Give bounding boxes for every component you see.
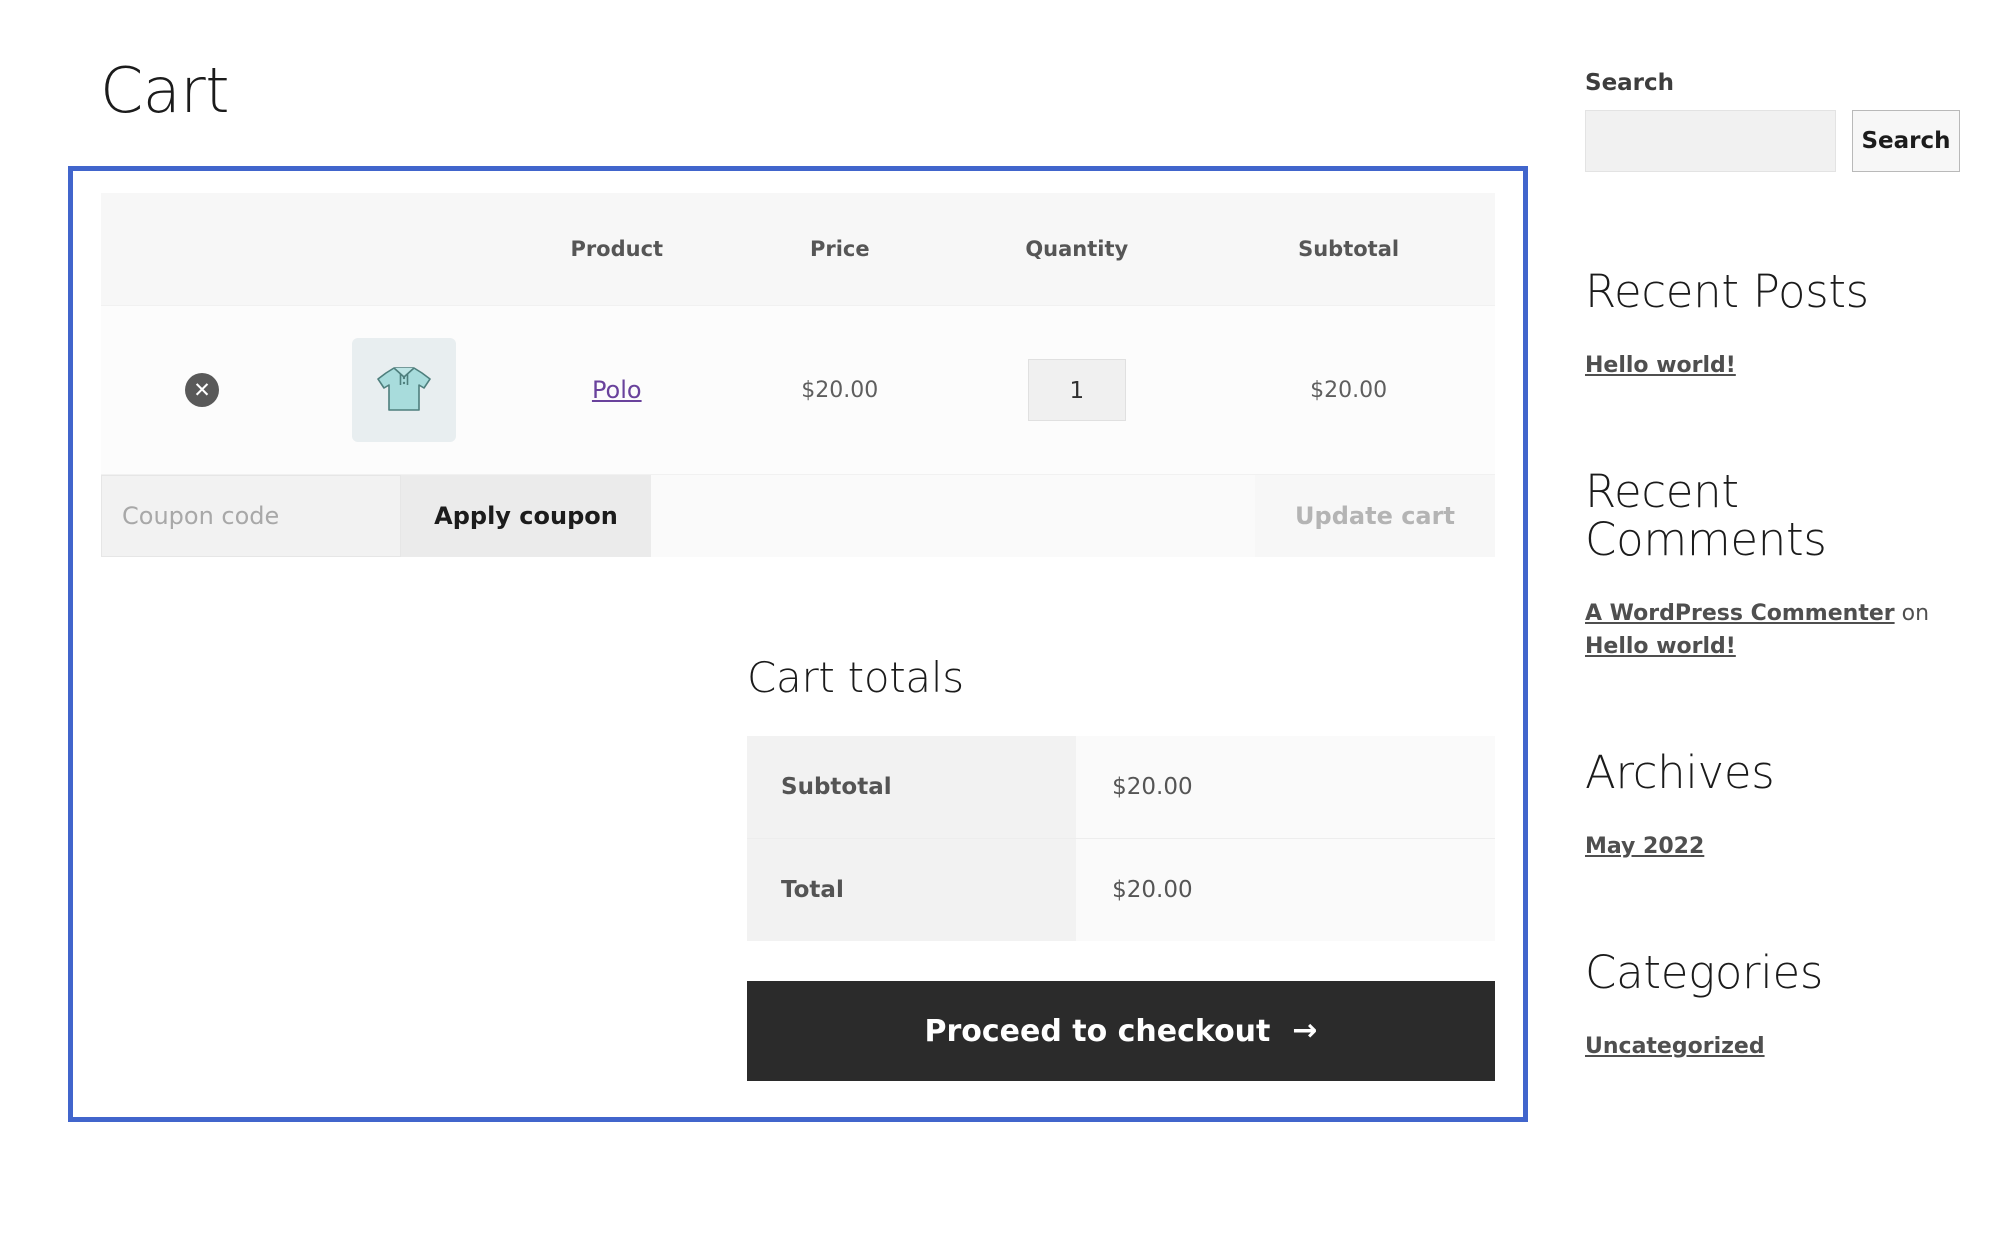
checkout-button-label: Proceed to checkout [924,1013,1271,1049]
column-header-thumbnail [303,193,506,306]
coupon-code-input[interactable]: Coupon code [101,475,401,557]
proceed-to-checkout-button[interactable]: Proceed to checkout → [747,981,1495,1081]
widget-title-categories: Categories [1585,946,1823,999]
widget-title-recent-comments: Recent Comments [1585,465,1827,566]
totals-label-subtotal: Subtotal [747,736,1077,839]
cart-table-body: ✕ Polo $20.00 1 $20.00 [101,305,1495,474]
search-label: Search [1585,70,1675,96]
cart-form-highlight-region: Product Price Quantity Subtotal ✕ Polo $… [68,166,1528,1122]
cell-price: $20.00 [728,305,952,474]
column-header-price: Price [728,193,952,306]
cart-items-table: Product Price Quantity Subtotal ✕ Polo $… [101,193,1495,474]
cell-thumbnail [303,305,506,474]
column-header-product: Product [505,193,729,306]
cart-totals-section: Cart totals Subtotal $20.00 Total $20.00 [101,653,1495,1081]
widget-recent-comments: Recent Comments A WordPress Commenter on… [1585,468,1960,663]
cell-subtotal: $20.00 [1202,305,1495,474]
cart-totals-inner: Cart totals Subtotal $20.00 Total $20.00 [747,653,1495,1081]
coupon-actions-row: Coupon code Apply coupon Update cart [101,474,1495,557]
polo-shirt-thumbnail-icon[interactable] [352,338,457,442]
table-row: ✕ Polo $20.00 1 $20.00 [101,305,1495,474]
apply-coupon-button[interactable]: Apply coupon [401,475,651,557]
list-item[interactable]: Hello world! [1585,349,1960,382]
update-cart-button[interactable]: Update cart [1255,475,1495,557]
arrow-right-icon: → [1292,1013,1318,1048]
cell-product-name: Polo [505,305,729,474]
comment-connector-text: on [1894,600,1930,626]
widget-recent-posts: Recent Posts Hello world! [1585,268,1960,382]
remove-item-icon[interactable]: ✕ [185,373,220,407]
totals-label-total: Total [747,838,1077,941]
coupon-row-spacer [651,475,1255,557]
widget-archives: Archives May 2022 [1585,745,1960,863]
cart-table-header-row: Product Price Quantity Subtotal [101,193,1495,306]
sidebar: Search Search Recent Posts Hello world! … [1545,0,2000,1063]
cell-quantity: 1 [951,305,1203,474]
comment-author-link[interactable]: A WordPress Commenter [1585,601,1895,626]
cart-totals-heading: Cart totals [747,653,964,702]
widget-title-archives: Archives [1585,745,1775,799]
column-header-subtotal: Subtotal [1202,193,1495,306]
search-widget: Search Search [1585,70,1960,172]
cell-remove: ✕ [101,305,304,474]
product-link[interactable]: Polo [592,376,642,404]
totals-value-total: $20.00 [1076,838,1495,941]
search-row: Search [1585,110,1960,172]
totals-row-subtotal: Subtotal $20.00 [747,736,1495,839]
comment-post-link[interactable]: Hello world! [1585,634,1736,659]
search-button[interactable]: Search [1852,110,1960,172]
search-input[interactable] [1585,110,1836,172]
column-header-remove [101,193,304,306]
cart-page: Cart Product Price Quantity Subtotal ✕ P… [0,0,2000,1255]
column-header-quantity: Quantity [951,193,1203,306]
cart-totals-table: Subtotal $20.00 Total $20.00 [747,736,1495,941]
totals-row-total: Total $20.00 [747,838,1495,941]
quantity-input[interactable]: 1 [1027,359,1126,421]
page-title: Cart [100,54,230,127]
list-item[interactable]: Uncategorized [1585,1030,1960,1063]
cart-table-head: Product Price Quantity Subtotal [101,193,1495,306]
totals-value-subtotal: $20.00 [1076,736,1495,839]
widget-categories: Categories Uncategorized [1585,949,1960,1063]
widget-title-recent-posts: Recent Posts [1585,265,1869,318]
main-content-column: Cart Product Price Quantity Subtotal ✕ P… [0,0,1545,1122]
list-item: A WordPress Commenter on Hello world! [1585,597,1960,663]
list-item[interactable]: May 2022 [1585,830,1960,863]
